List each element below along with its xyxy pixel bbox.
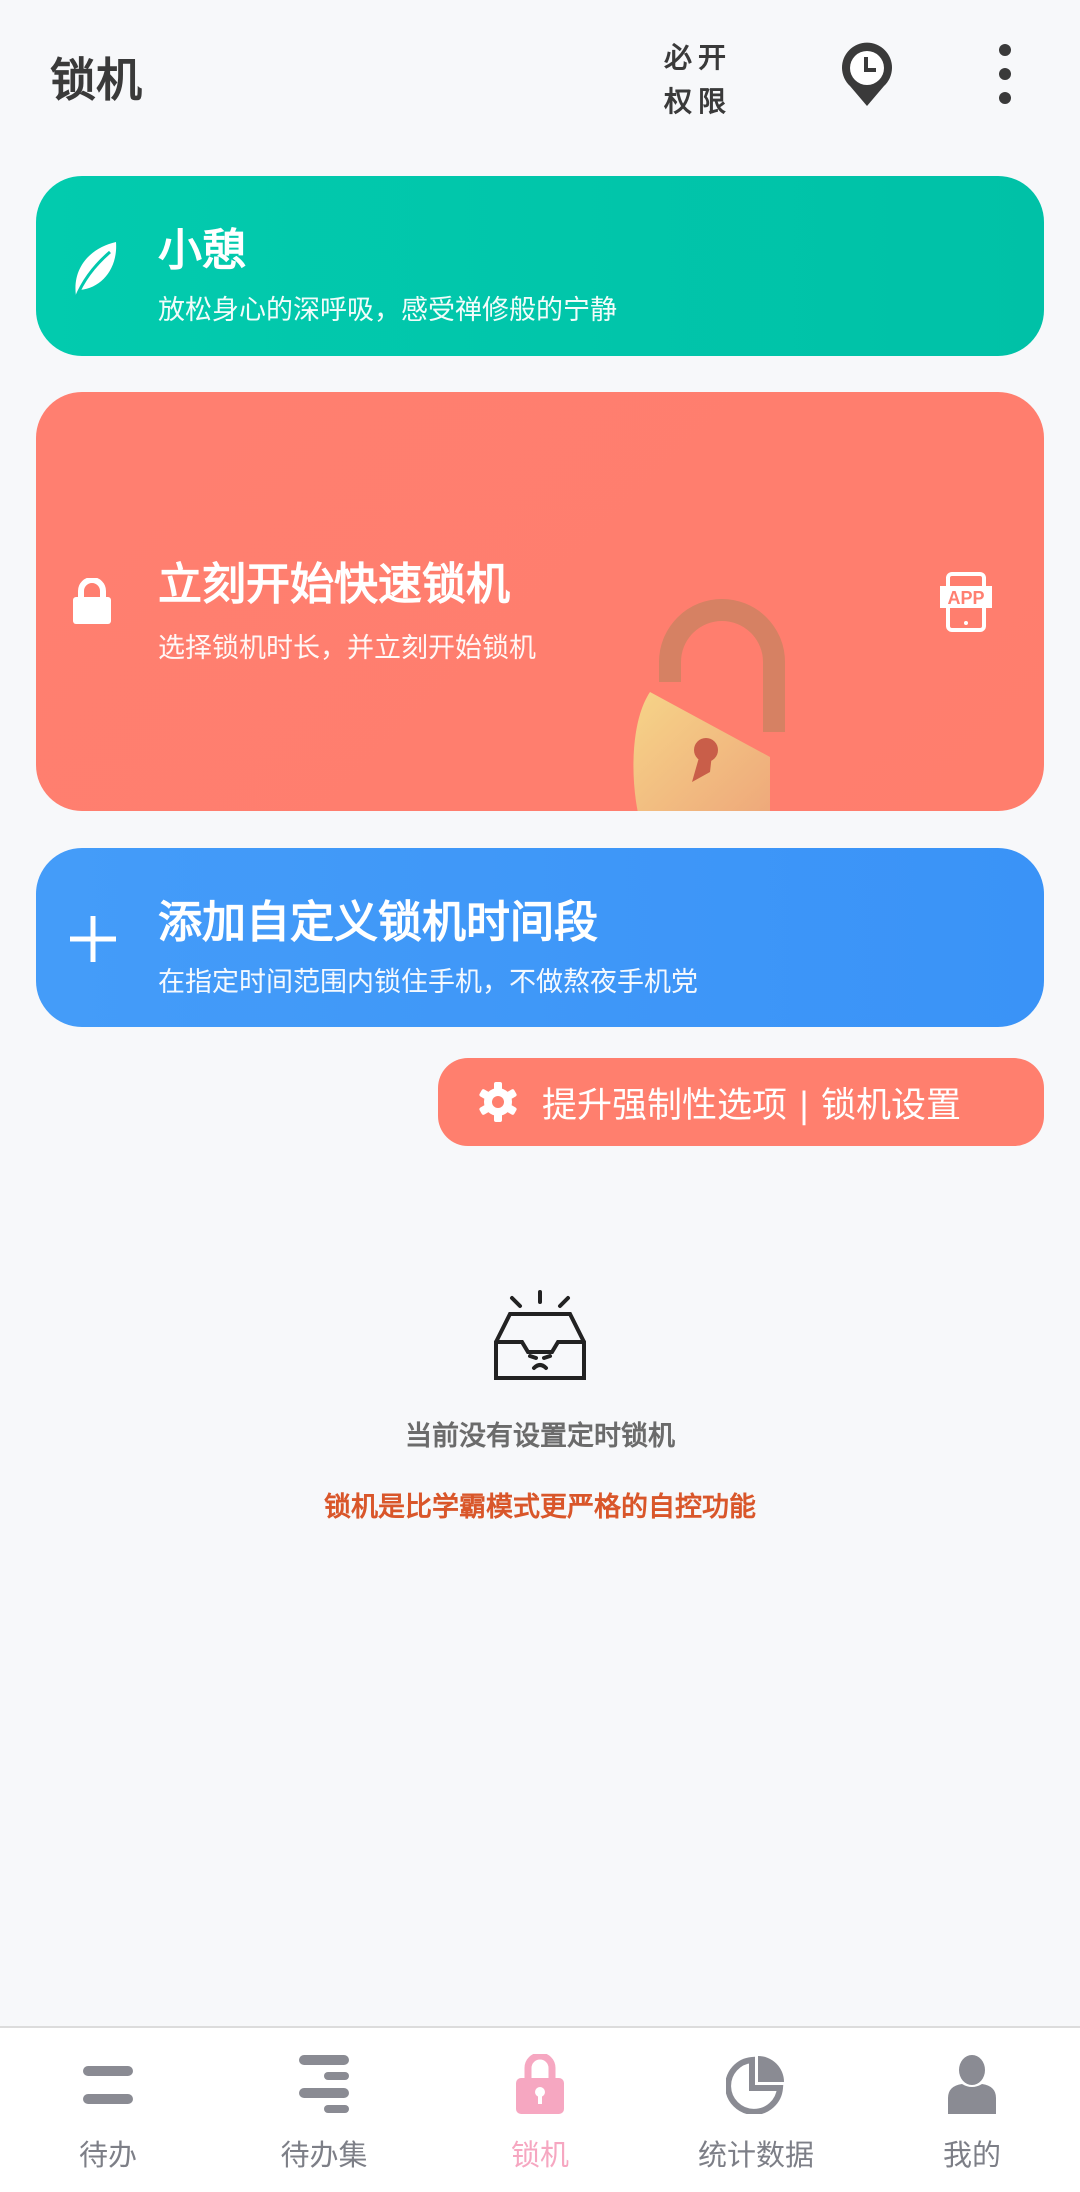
nav-label: 锁机 — [510, 2138, 569, 2172]
card-subtitle: 在指定时间范围内锁住手机，不做熬夜手机党 — [158, 967, 698, 998]
nav-item-todo-sets[interactable]: 待办集 — [216, 2028, 432, 2192]
lock-icon — [516, 2054, 564, 2114]
card-title: 立刻开始快速锁机 — [158, 559, 510, 610]
nav-label: 我的 — [942, 2138, 1001, 2172]
permissions-button[interactable]: 必开 权限 — [664, 36, 732, 124]
bottom-nav: 待办 待办集 锁机 统计数据 我的 — [0, 2026, 1080, 2192]
lock-settings-button[interactable]: 提升强制性选项 | 锁机设置 — [438, 1058, 1044, 1146]
page-title: 锁机 — [50, 53, 142, 107]
leaf-icon — [74, 242, 117, 299]
card-title: 小憩 — [158, 225, 246, 276]
user-icon — [948, 2055, 996, 2114]
nav-item-stats[interactable]: 统计数据 — [648, 2028, 864, 2192]
permissions-label-line1: 必开 — [664, 41, 733, 74]
card-title: 添加自定义锁机时间段 — [158, 897, 598, 948]
nav-item-lock[interactable]: 锁机 — [432, 2028, 648, 2192]
padlock-illustration — [633, 599, 785, 811]
plus-icon — [70, 916, 116, 962]
nav-label: 统计数据 — [697, 2138, 814, 2172]
empty-message: 当前没有设置定时锁机 — [405, 1421, 675, 1452]
add-custom-lock-card[interactable]: 添加自定义锁机时间段 在指定时间范围内锁住手机，不做熬夜手机党 — [36, 848, 1044, 1027]
two-lines-icon — [83, 2066, 133, 2104]
nav-label: 待办集 — [280, 2138, 368, 2172]
list-icon — [299, 2055, 349, 2113]
card-subtitle: 放松身心的深呼吸，感受禅修般的宁静 — [158, 295, 617, 326]
empty-note: 锁机是比学霸模式更严格的自控功能 — [324, 1492, 756, 1523]
nav-label: 待办 — [78, 2138, 137, 2172]
quick-lock-card[interactable]: 立刻开始快速锁机 选择锁机时长，并立刻开始锁机 APP — [36, 392, 1044, 811]
app-phone-icon[interactable]: APP — [940, 572, 992, 632]
more-vertical-icon[interactable] — [994, 42, 1016, 106]
clock-pin-icon[interactable] — [838, 42, 896, 108]
permissions-label-line2: 权限 — [664, 85, 733, 118]
nav-item-mine[interactable]: 我的 — [864, 2028, 1080, 2192]
short-break-card[interactable]: 小憩 放松身心的深呼吸，感受禅修般的宁静 — [36, 176, 1044, 356]
gear-icon — [479, 1082, 517, 1122]
nav-item-todo[interactable]: 待办 — [0, 2028, 216, 2192]
svg-text:APP: APP — [947, 588, 984, 608]
pie-chart-icon — [726, 2056, 784, 2114]
lock-icon — [73, 578, 111, 624]
empty-inbox-icon — [494, 1290, 586, 1380]
settings-label: 提升强制性选项 | 锁机设置 — [542, 1085, 962, 1126]
card-subtitle: 选择锁机时长，并立刻开始锁机 — [158, 633, 536, 664]
